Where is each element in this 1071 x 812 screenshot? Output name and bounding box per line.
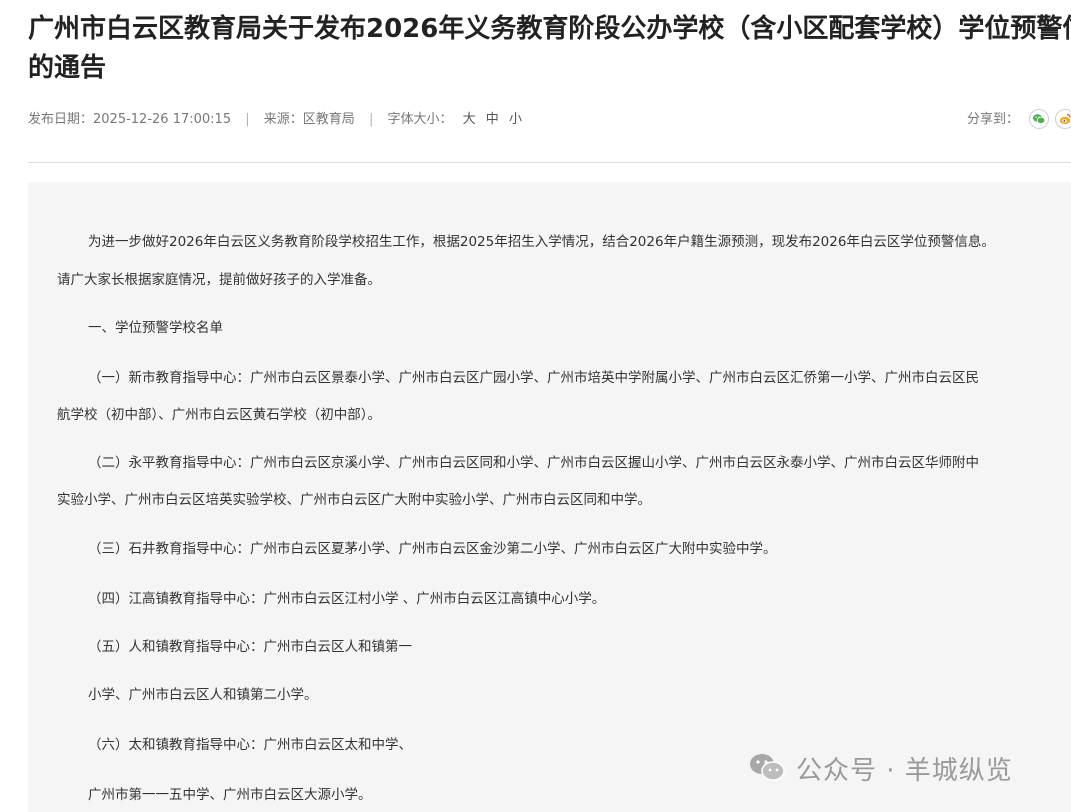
list-item-shijing: （三）石井教育指导中心：广州市白云区夏茅小学、广州市白云区金沙第二小学、广州市白… (88, 541, 777, 557)
paragraph-intro: 为进一步做好2026年白云区义务教育阶段学校招生工作，根据2025年招生入学情况… (88, 234, 995, 250)
article-meta: 发布日期：2025-12-26 17:00:15 | 来源：区教育局 | 字体大… (28, 110, 522, 130)
source-value: 区教育局 (302, 112, 355, 127)
font-size-large-button[interactable]: 大 (463, 110, 476, 130)
font-size-small-button[interactable]: 小 (509, 110, 522, 130)
list-item-taihe: （六）太和镇教育指导中心：广州市白云区太和中学、 (88, 737, 412, 753)
list-item-xinshi: （一）新市教育指导中心：广州市白云区景泰小学、广州市白云区广园小学、广州市培英中… (88, 370, 979, 386)
meta-separator: | (368, 112, 374, 127)
font-size-label: 字体大小： (387, 112, 453, 127)
section-heading: 一、学位预警学校名单 (88, 320, 223, 336)
share-label: 分享到： (967, 112, 1020, 127)
font-size-medium-button[interactable]: 中 (486, 110, 499, 130)
article-title-line1: 广州市白云区教育局关于发布2026年义务教育阶段公办学校（含小区配套学校）学位预… (28, 14, 1071, 44)
watermark: 公众号 · 羊城纵览 (748, 752, 1013, 786)
publish-date-label: 发布日期： (28, 112, 94, 127)
list-item-yongping: （二）永平教育指导中心：广州市白云区京溪小学、广州市白云区同和小学、广州市白云区… (88, 455, 979, 471)
list-item-jianggao: （四）江高镇教育指导中心：广州市白云区江村小学 、广州市白云区江高镇中心小学。 (88, 591, 606, 607)
share-bar: 分享到： (967, 108, 1071, 132)
wechat-share-icon[interactable] (1029, 109, 1049, 129)
header-divider (28, 162, 1071, 163)
list-item-taihe-continued: 广州市第一一五中学、广州市白云区大源小学。 (88, 787, 372, 803)
list-item-yongping-continued: 实验小学、广州市白云区培英实验学校、广州市白云区广大附中实验小学、广州市白云区同… (57, 492, 651, 508)
watermark-text: 公众号 · 羊城纵览 (796, 756, 1013, 786)
list-item-renhe: （五）人和镇教育指导中心：广州市白云区人和镇第一 (88, 639, 412, 655)
article-title: 广州市白云区教育局关于发布2026年义务教育阶段公办学校（含小区配套学校）学位预… (28, 10, 1071, 88)
article-title-line2: 的通告 (28, 53, 107, 83)
list-item-renhe-continued: 小学、广州市白云区人和镇第二小学。 (88, 687, 318, 703)
meta-separator: | (245, 112, 250, 127)
paragraph-intro-continued: 请广大家长根据家庭情况，提前做好孩子的入学准备。 (57, 272, 381, 288)
source-label: 来源： (263, 112, 303, 127)
publish-date: 2025-12-26 17:00:15 (93, 112, 232, 127)
wechat-logo-icon (748, 752, 786, 791)
weibo-share-icon[interactable] (1055, 109, 1071, 129)
list-item-xinshi-continued: 航学校（初中部）、广州市白云区黄石学校（初中部）。 (57, 407, 381, 423)
